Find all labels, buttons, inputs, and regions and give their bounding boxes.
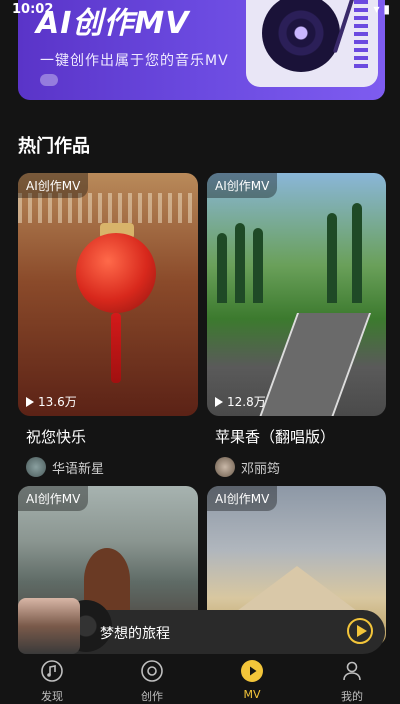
card-author[interactable]: 邓丽筠 xyxy=(215,457,280,477)
nav-label: MV xyxy=(243,688,261,701)
play-count-value: 13.6万 xyxy=(38,395,77,409)
nav-item-discover[interactable]: 发现 xyxy=(22,655,82,703)
avatar xyxy=(26,457,46,477)
card-author[interactable]: 华语新星 xyxy=(26,457,104,477)
play-count: 13.6万 xyxy=(26,393,77,410)
nav-label: 发现 xyxy=(41,690,63,703)
play-button[interactable] xyxy=(347,618,373,644)
lantern-image xyxy=(76,233,156,313)
ai-mv-badge: AI创作MV xyxy=(18,486,89,511)
play-count-icon xyxy=(215,396,223,407)
tree xyxy=(253,228,263,303)
tassel-image xyxy=(111,313,121,383)
status-icons: ▾ ▮ xyxy=(373,2,390,16)
tree xyxy=(217,233,227,303)
ai-mv-badge: AI创作MV xyxy=(207,173,278,198)
play-count-value: 12.8万 xyxy=(227,395,266,409)
user-icon xyxy=(343,661,361,681)
author-name: 邓丽筠 xyxy=(241,461,281,477)
tree xyxy=(327,213,337,303)
status-time: 10:02 xyxy=(12,2,54,17)
tree xyxy=(235,223,245,303)
banner-subtitle: 一键创作出属于您的音乐MV xyxy=(40,53,229,69)
play-icon xyxy=(357,625,367,637)
banner-pager-dot xyxy=(40,74,58,86)
play-count: 12.8万 xyxy=(215,393,266,410)
road-image xyxy=(256,313,372,416)
card-title[interactable]: 苹果香（翻唱版） xyxy=(215,426,335,447)
bottom-navigation: 发现 创作 MV 我的 xyxy=(0,655,400,703)
player-cover[interactable] xyxy=(18,598,80,654)
card-title[interactable]: 祝您快乐 xyxy=(26,426,86,447)
tree xyxy=(352,203,362,303)
play-count-icon xyxy=(26,396,34,407)
author-name: 华语新星 xyxy=(52,461,105,477)
section-title: 热门作品 xyxy=(18,136,90,157)
nav-item-create[interactable]: 创作 xyxy=(122,655,182,703)
status-bar: 10:02 ▾ ▮ xyxy=(0,0,400,20)
record-icon xyxy=(141,660,163,682)
ai-mv-badge: AI创作MV xyxy=(18,173,89,198)
nav-item-mv[interactable]: MV xyxy=(222,655,282,703)
ai-mv-badge: AI创作MV xyxy=(207,486,278,511)
avatar xyxy=(215,457,235,477)
music-note-icon xyxy=(41,660,63,682)
nav-item-me[interactable]: 我的 xyxy=(322,655,382,703)
video-card[interactable]: AI创作MV 12.8万 xyxy=(207,173,386,416)
play-icon xyxy=(241,660,263,682)
player-title: 梦想的旅程 xyxy=(100,626,170,642)
nav-label: 创作 xyxy=(141,690,163,703)
nav-label: 我的 xyxy=(341,690,363,703)
video-card[interactable]: AI创作MV 13.6万 xyxy=(18,173,198,416)
mini-player[interactable]: 梦想的旅程 xyxy=(18,598,385,654)
